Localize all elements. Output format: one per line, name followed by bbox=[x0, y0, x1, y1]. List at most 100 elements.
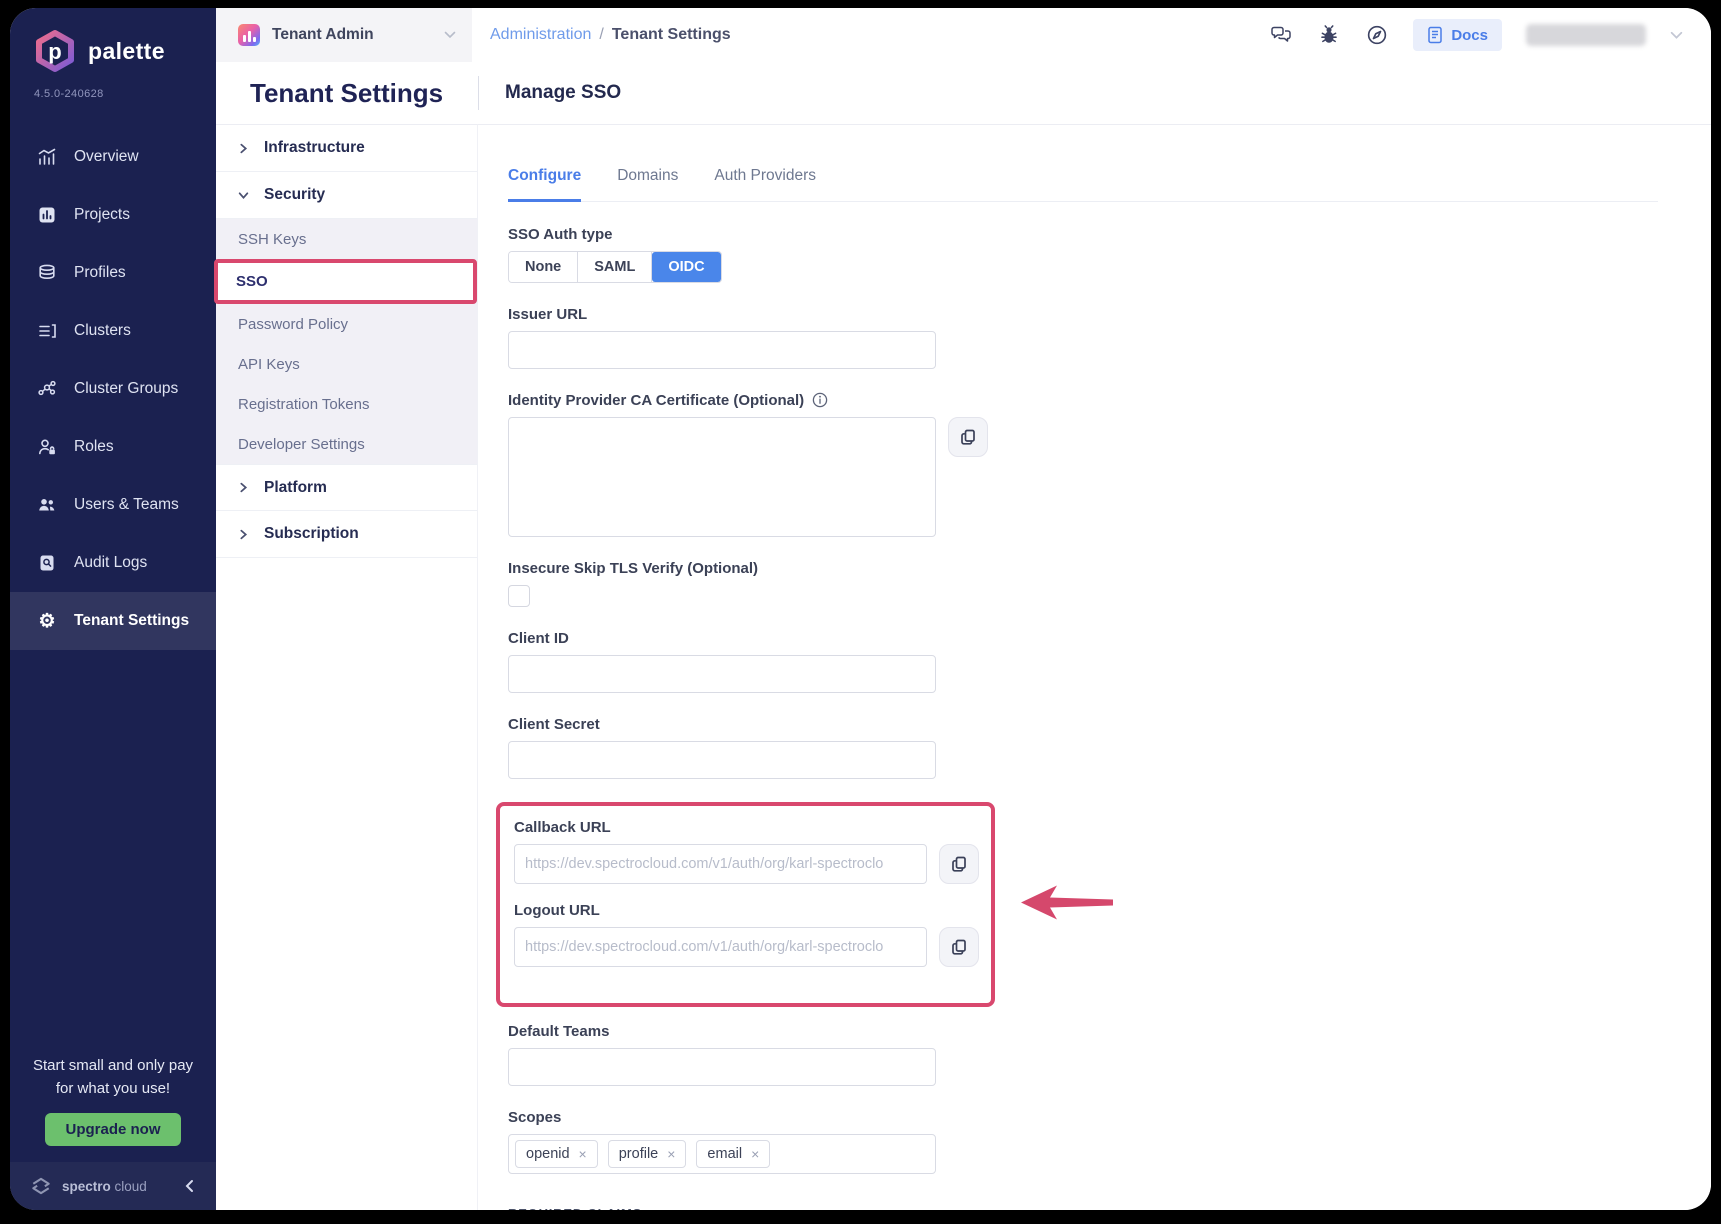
logout-url-group: Logout URL bbox=[514, 902, 979, 967]
scopes-input[interactable]: openid× profile× email× bbox=[508, 1134, 936, 1174]
overview-icon bbox=[36, 146, 58, 168]
promo-line1: Start small and only pay bbox=[24, 1054, 202, 1077]
client-secret-input[interactable] bbox=[508, 741, 936, 779]
client-id-group: Client ID bbox=[508, 630, 1208, 693]
sidebar-item-tenant-settings[interactable]: ⚙ Tenant Settings bbox=[10, 592, 216, 650]
topbar: Tenant Admin Administration / Tenant Set… bbox=[216, 8, 1711, 62]
copy-icon bbox=[959, 428, 977, 446]
roles-icon bbox=[36, 436, 58, 458]
app-version: 4.5.0-240628 bbox=[10, 88, 216, 100]
copy-button[interactable] bbox=[948, 417, 988, 457]
client-secret-group: Client Secret bbox=[508, 716, 1208, 779]
sso-auth-type-group: SSO Auth type None SAML OIDC bbox=[508, 226, 1208, 283]
client-id-label: Client ID bbox=[508, 630, 1208, 647]
settings-nav-label: Infrastructure bbox=[264, 139, 365, 157]
report-bug-icon[interactable] bbox=[1317, 23, 1341, 47]
sidebar-item-label: Profiles bbox=[74, 264, 126, 282]
remove-tag-icon[interactable]: × bbox=[667, 1147, 675, 1161]
skip-tls-checkbox[interactable] bbox=[508, 585, 530, 607]
settings-nav-developer-settings[interactable]: Developer Settings bbox=[216, 424, 477, 464]
breadcrumb-current: Tenant Settings bbox=[612, 26, 731, 44]
breadcrumb: Administration / Tenant Settings bbox=[490, 26, 731, 44]
tab-configure[interactable]: Configure bbox=[508, 167, 581, 202]
settings-nav-password-policy[interactable]: Password Policy bbox=[216, 304, 477, 344]
user-menu-redacted[interactable] bbox=[1526, 24, 1646, 46]
main-area: Tenant Admin Administration / Tenant Set… bbox=[216, 8, 1711, 1210]
sidebar-item-overview[interactable]: Overview bbox=[10, 128, 216, 186]
docs-label: Docs bbox=[1451, 27, 1488, 44]
auth-type-saml-button[interactable]: SAML bbox=[578, 252, 652, 282]
settings-nav-sso[interactable]: SSO bbox=[214, 259, 477, 304]
gear-icon: ⚙ bbox=[36, 610, 58, 632]
sso-auth-type-segmented: None SAML OIDC bbox=[508, 251, 722, 283]
scope-tag-email: email× bbox=[696, 1140, 770, 1168]
sidebar-item-audit-logs[interactable]: Audit Logs bbox=[10, 534, 216, 592]
upgrade-now-button[interactable]: Upgrade now bbox=[45, 1113, 180, 1146]
promo-line2: for what you use! bbox=[24, 1077, 202, 1100]
settings-nav-api-keys[interactable]: API Keys bbox=[216, 344, 477, 384]
auth-type-oidc-button[interactable]: OIDC bbox=[652, 252, 720, 282]
tenant-selector[interactable]: Tenant Admin bbox=[216, 8, 472, 62]
settings-nav-label: Security bbox=[264, 186, 325, 204]
copy-icon bbox=[950, 855, 968, 873]
breadcrumb-administration[interactable]: Administration bbox=[490, 26, 591, 44]
scope-tag-openid: openid× bbox=[515, 1140, 598, 1168]
sidebar-item-projects[interactable]: Projects bbox=[10, 186, 216, 244]
info-icon[interactable] bbox=[812, 392, 828, 408]
default-teams-label: Default Teams bbox=[508, 1023, 1208, 1040]
copy-button[interactable] bbox=[939, 844, 979, 884]
logout-url-input[interactable] bbox=[514, 927, 927, 967]
sso-tabs: Configure Domains Auth Providers bbox=[508, 167, 1658, 202]
callback-url-input[interactable] bbox=[514, 844, 927, 884]
sidebar-item-profiles[interactable]: Profiles bbox=[10, 244, 216, 302]
sidebar-item-label: Audit Logs bbox=[74, 554, 147, 572]
settings-nav-subscription[interactable]: Subscription bbox=[216, 511, 477, 558]
settings-nav-registration-tokens[interactable]: Registration Tokens bbox=[216, 384, 477, 424]
settings-nav-security[interactable]: Security bbox=[216, 172, 477, 219]
sidebar-item-label: Overview bbox=[74, 148, 139, 166]
settings-nav-platform[interactable]: Platform bbox=[216, 464, 477, 511]
sidebar-item-roles[interactable]: Roles bbox=[10, 418, 216, 476]
clusters-icon bbox=[36, 320, 58, 342]
docs-button[interactable]: Docs bbox=[1413, 19, 1502, 51]
sidebar-item-label: Cluster Groups bbox=[74, 380, 178, 398]
cluster-groups-icon bbox=[36, 378, 58, 400]
feedback-chat-icon[interactable] bbox=[1269, 23, 1293, 47]
breadcrumb-separator: / bbox=[599, 26, 603, 44]
spectro-cloud-logo-icon bbox=[30, 1175, 52, 1197]
settings-nav-label: Subscription bbox=[264, 525, 359, 543]
explore-compass-icon[interactable] bbox=[1365, 23, 1389, 47]
tab-auth-providers[interactable]: Auth Providers bbox=[714, 167, 816, 201]
issuer-url-input[interactable] bbox=[508, 331, 936, 369]
ca-certificate-label-text: Identity Provider CA Certificate (Option… bbox=[508, 392, 804, 409]
client-secret-label: Client Secret bbox=[508, 716, 1208, 733]
client-id-input[interactable] bbox=[508, 655, 936, 693]
remove-tag-icon[interactable]: × bbox=[751, 1147, 759, 1161]
ca-certificate-textarea[interactable] bbox=[508, 417, 936, 537]
copy-button[interactable] bbox=[939, 927, 979, 967]
chevron-right-icon bbox=[238, 143, 249, 154]
collapse-sidebar-icon[interactable] bbox=[184, 1179, 196, 1193]
palette-logo-icon: p bbox=[32, 28, 78, 74]
spectro-cloud-wordmark: spectro cloud bbox=[62, 1179, 147, 1194]
auth-type-none-button[interactable]: None bbox=[509, 252, 578, 282]
settings-nav-ssh-keys[interactable]: SSH Keys bbox=[216, 219, 477, 259]
default-teams-input[interactable] bbox=[508, 1048, 936, 1086]
callback-url-label: Callback URL bbox=[514, 819, 979, 836]
chevron-down-icon[interactable] bbox=[1670, 31, 1683, 40]
sidebar-item-label: Users & Teams bbox=[74, 496, 179, 514]
tab-domains[interactable]: Domains bbox=[617, 167, 678, 201]
sidebar-item-label: Clusters bbox=[74, 322, 131, 340]
chevron-right-icon bbox=[238, 482, 249, 493]
sidebar-item-cluster-groups[interactable]: Cluster Groups bbox=[10, 360, 216, 418]
audit-logs-icon bbox=[36, 552, 58, 574]
issuer-url-label: Issuer URL bbox=[508, 306, 1208, 323]
header-divider bbox=[478, 76, 479, 110]
remove-tag-icon[interactable]: × bbox=[579, 1147, 587, 1161]
projects-icon bbox=[36, 204, 58, 226]
required-claims-heading: REQUIRED CLAIMS bbox=[508, 1206, 1208, 1210]
sidebar-item-users-teams[interactable]: Users & Teams bbox=[10, 476, 216, 534]
primary-nav: Overview Projects Profiles Clusters bbox=[10, 128, 216, 650]
settings-nav-infrastructure[interactable]: Infrastructure bbox=[216, 125, 477, 172]
sidebar-item-clusters[interactable]: Clusters bbox=[10, 302, 216, 360]
